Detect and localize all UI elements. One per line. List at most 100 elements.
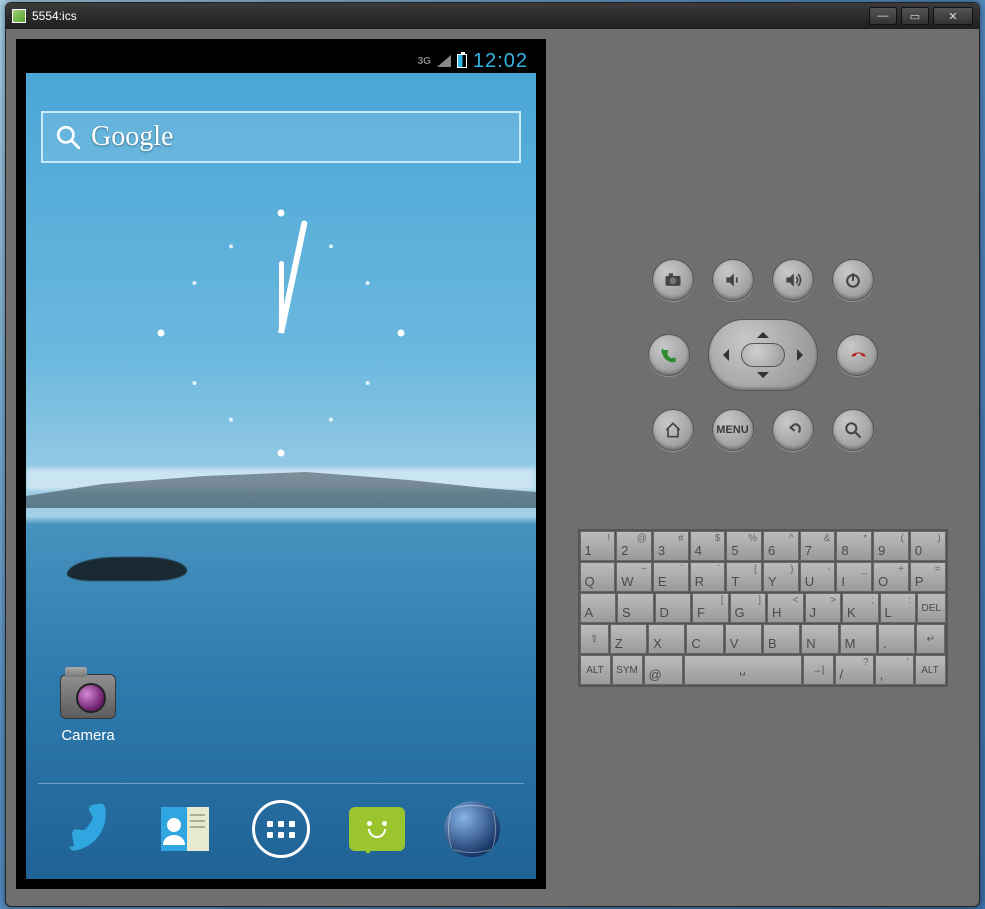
- key-f[interactable]: F[: [692, 593, 729, 623]
- call-button[interactable]: [648, 334, 690, 376]
- key-3[interactable]: 3#: [653, 531, 689, 561]
- key-5[interactable]: 5%: [726, 531, 762, 561]
- key-n[interactable]: N: [801, 624, 838, 654]
- key-2[interactable]: 2@: [616, 531, 652, 561]
- control-row-2: [648, 319, 878, 391]
- key-u[interactable]: U-: [800, 562, 836, 592]
- key-l[interactable]: L:: [880, 593, 917, 623]
- key-sym[interactable]: SYM: [612, 655, 643, 685]
- key-alt[interactable]: ALT: [915, 655, 946, 685]
- key-s[interactable]: S: [617, 593, 654, 623]
- key-_[interactable]: ,': [875, 655, 914, 685]
- key-_[interactable]: ␣: [684, 655, 802, 685]
- messaging-app-icon[interactable]: [345, 797, 409, 861]
- clock-mark: [158, 330, 165, 337]
- key-0[interactable]: 0): [910, 531, 946, 561]
- key-del[interactable]: DEL: [917, 593, 946, 623]
- dpad-center[interactable]: [741, 343, 785, 367]
- key-x[interactable]: X: [648, 624, 685, 654]
- app-icon: [12, 9, 26, 23]
- key-1[interactable]: 1!: [580, 531, 616, 561]
- dpad-right[interactable]: [797, 349, 809, 361]
- menu-button[interactable]: MENU: [712, 409, 754, 451]
- status-bar[interactable]: 3G 12:02: [26, 49, 536, 73]
- volume-down-button[interactable]: [712, 259, 754, 301]
- key-e[interactable]: E´: [653, 562, 689, 592]
- analog-clock-widget[interactable]: [151, 203, 411, 463]
- maximize-button[interactable]: ▭: [901, 7, 929, 25]
- key-a[interactable]: A: [580, 593, 617, 623]
- key-i[interactable]: I_: [836, 562, 872, 592]
- key-alt-label: `: [717, 564, 720, 575]
- key-y[interactable]: Y}: [763, 562, 799, 592]
- end-call-button[interactable]: [836, 334, 878, 376]
- key-_[interactable]: /?: [835, 655, 874, 685]
- key-6[interactable]: 6^: [763, 531, 799, 561]
- camera-shortcut[interactable]: Camera: [48, 674, 128, 744]
- key-alt-label: [: [721, 595, 724, 606]
- titlebar[interactable]: 5554:ics — ▭ ✕: [6, 3, 979, 29]
- google-search-widget[interactable]: Google: [41, 111, 521, 163]
- key-_[interactable]: .: [878, 624, 915, 654]
- key-alt-label: *: [863, 533, 867, 544]
- key-7[interactable]: 7&: [800, 531, 836, 561]
- key-_[interactable]: ↵: [916, 624, 945, 654]
- shortcut-label: Camera: [48, 727, 128, 744]
- key-alt-label: ´: [680, 564, 683, 575]
- key-p[interactable]: P=: [910, 562, 946, 592]
- statusbar-clock: 12:02: [473, 50, 528, 73]
- key-k[interactable]: K;: [842, 593, 879, 623]
- key-q[interactable]: Q: [580, 562, 616, 592]
- keyboard-row: ASDF[G]H<J>K;L:DEL: [580, 593, 946, 623]
- key-alt-label: -: [827, 564, 830, 575]
- control-row-1: [652, 259, 874, 301]
- key-9[interactable]: 9(: [873, 531, 909, 561]
- dpad-up[interactable]: [757, 326, 769, 338]
- key-v[interactable]: V: [725, 624, 762, 654]
- wallpaper-rocks: [67, 557, 187, 581]
- home-button[interactable]: [652, 409, 694, 451]
- volume-up-button[interactable]: [772, 259, 814, 301]
- key-t[interactable]: T{: [726, 562, 762, 592]
- key-h[interactable]: H<: [767, 593, 804, 623]
- key-alt-label: !: [607, 533, 610, 544]
- back-button[interactable]: [772, 409, 814, 451]
- browser-app-icon[interactable]: [440, 797, 504, 861]
- power-button[interactable]: [832, 259, 874, 301]
- key-alt-label: ': [907, 657, 909, 668]
- key-m[interactable]: M: [840, 624, 877, 654]
- key-__[interactable]: →|: [803, 655, 834, 685]
- dpad-left[interactable]: [717, 349, 729, 361]
- close-button[interactable]: ✕: [933, 7, 973, 25]
- key-4[interactable]: 4$: [690, 531, 726, 561]
- key-alt-label: ): [937, 533, 940, 544]
- phone-app-icon[interactable]: [58, 797, 122, 861]
- keyboard-row: ⇧ZXCVBNM.↵: [580, 624, 946, 654]
- device-screen[interactable]: 3G 12:02 Google: [26, 49, 536, 879]
- search-button[interactable]: [832, 409, 874, 451]
- dpad-down[interactable]: [757, 372, 769, 384]
- camera-icon: [60, 674, 116, 719]
- search-icon: [55, 124, 81, 150]
- key-b[interactable]: B: [763, 624, 800, 654]
- keyboard-row: 1!2@3#4$5%6^7&8*9(0): [580, 531, 946, 561]
- key-d[interactable]: D: [655, 593, 692, 623]
- key-o[interactable]: O+: [873, 562, 909, 592]
- key-_[interactable]: ⇧: [580, 624, 609, 654]
- key-r[interactable]: R`: [690, 562, 726, 592]
- app-drawer-icon[interactable]: [249, 797, 313, 861]
- signal-icon: [437, 55, 451, 67]
- contacts-app-icon[interactable]: [153, 797, 217, 861]
- key-g[interactable]: G]: [730, 593, 767, 623]
- key-w[interactable]: W~: [616, 562, 652, 592]
- key-8[interactable]: 8*: [836, 531, 872, 561]
- minimize-button[interactable]: —: [869, 7, 897, 25]
- camera-button[interactable]: [652, 259, 694, 301]
- key-alt[interactable]: ALT: [580, 655, 611, 685]
- key-z[interactable]: Z: [610, 624, 647, 654]
- key-alt-label: }: [790, 564, 793, 575]
- key-c[interactable]: C: [686, 624, 723, 654]
- key-_[interactable]: @: [644, 655, 683, 685]
- key-j[interactable]: J>: [805, 593, 842, 623]
- home-screen[interactable]: Google Camera: [26, 73, 536, 879]
